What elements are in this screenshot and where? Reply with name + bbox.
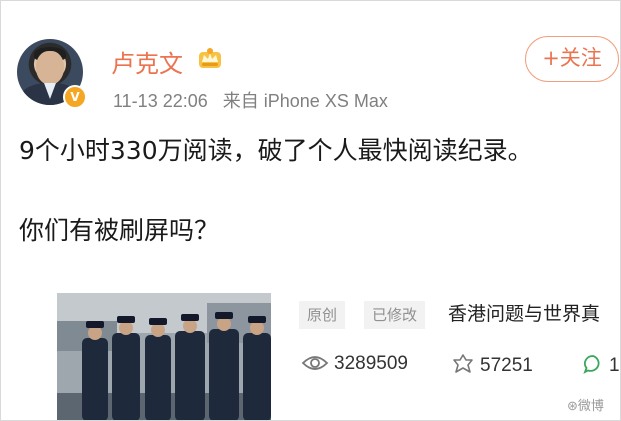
- views-count: 3289509: [334, 353, 408, 374]
- post-timestamp: 11-13 22:06: [113, 91, 208, 111]
- views-stat: 3289509: [301, 353, 408, 375]
- post-source[interactable]: 来自 iPhone XS Max: [223, 91, 388, 111]
- article-thumbnail[interactable]: [57, 293, 271, 421]
- comments-stat[interactable]: 1: [582, 353, 620, 377]
- post-text-line-2: 你们有被刷屏吗？: [19, 216, 220, 245]
- post-meta: 11-13 22:06 来自 iPhone XS Max: [113, 87, 388, 113]
- crown-icon: [199, 48, 221, 68]
- verified-icon: V: [63, 85, 87, 109]
- article-title[interactable]: 香港问题与世界真: [448, 299, 600, 326]
- edited-tag: 已修改: [364, 301, 426, 329]
- weibo-post-card: V 卢克文 11-13 22:06 来自 iPhone XS Max +关注 9…: [0, 0, 621, 421]
- share-icon: [453, 354, 473, 373]
- comment-icon: [583, 355, 600, 374]
- shares-count: 57251: [480, 355, 533, 376]
- eye-icon: [301, 356, 329, 370]
- weibo-watermark: ⊛微博: [567, 398, 604, 413]
- comments-count: 1: [609, 355, 620, 376]
- follow-button[interactable]: +关注: [525, 36, 619, 82]
- username[interactable]: 卢克文: [111, 44, 183, 79]
- post-text-line-1: 9个小时330万阅读，破了个人最快阅读纪录。: [19, 136, 533, 165]
- shares-stat[interactable]: 57251: [451, 353, 533, 377]
- original-tag: 原创: [299, 301, 346, 329]
